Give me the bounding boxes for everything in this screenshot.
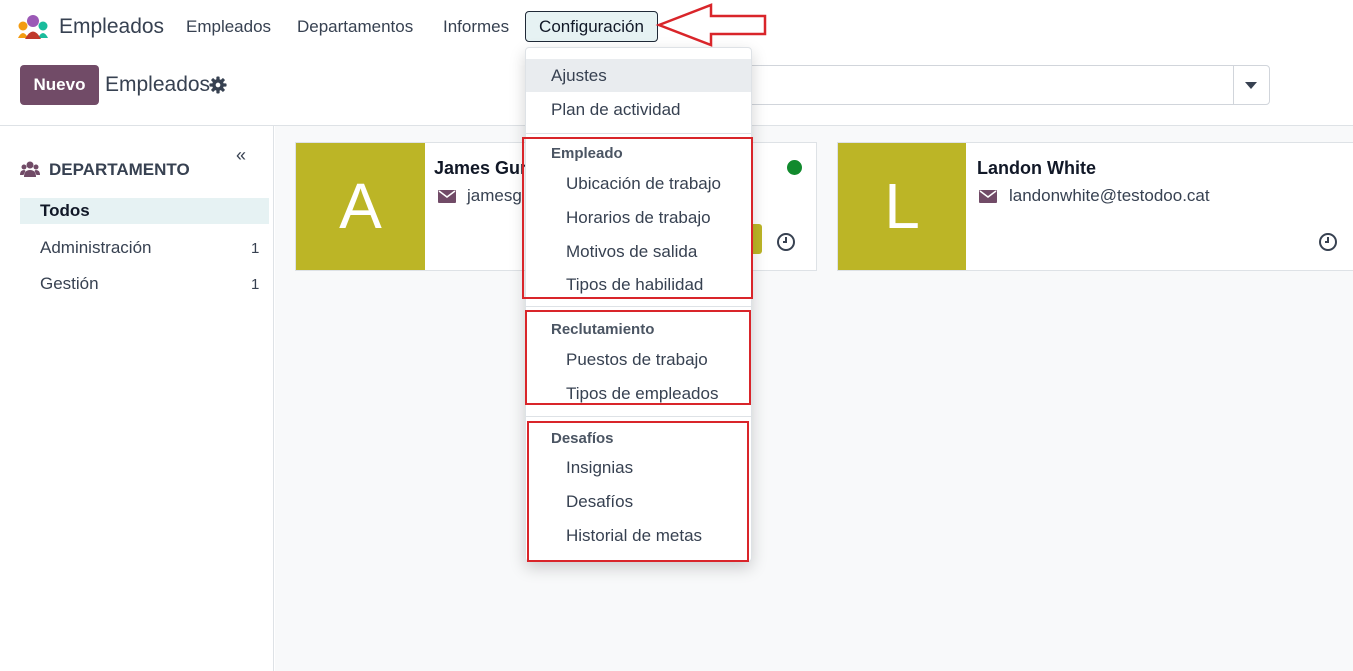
- employees-app-icon[interactable]: [16, 14, 50, 40]
- menu-separator: [526, 416, 751, 417]
- sidebar-item-count: 1: [251, 276, 260, 293]
- search-input[interactable]: [735, 65, 1270, 105]
- sidebar-title: DEPARTAMENTO: [49, 160, 190, 179]
- annotation-box-empleado: [522, 137, 753, 299]
- menu-empleados[interactable]: Empleados: [186, 17, 271, 37]
- sidebar-item-count: 1: [251, 240, 260, 257]
- sidebar-item-label: Administración: [40, 238, 152, 257]
- employee-name: James Gur: [434, 158, 528, 178]
- users-icon: [20, 161, 40, 177]
- menu-separator: [526, 306, 751, 307]
- employee-email: landonwhite@testodoo.cat: [1009, 186, 1210, 205]
- clock-icon[interactable]: [776, 232, 796, 252]
- sidebar-item-todos[interactable]: Todos: [20, 198, 269, 224]
- breadcrumb: Empleados: [105, 73, 211, 96]
- menu-separator: [526, 133, 751, 134]
- caret-down-icon: [1245, 82, 1257, 89]
- collapse-sidebar-icon[interactable]: «: [236, 145, 246, 166]
- employee-email: jamesg: [467, 186, 522, 205]
- gear-icon[interactable]: [209, 76, 227, 94]
- presence-online-indicator: [787, 160, 802, 175]
- envelope-icon: [979, 190, 997, 203]
- sidebar-item-administracion[interactable]: Administración: [20, 235, 269, 261]
- menu-item-plan-de-actividad[interactable]: Plan de actividad: [526, 93, 751, 126]
- employee-name: Landon White: [977, 158, 1096, 178]
- employee-avatar: L: [838, 143, 966, 270]
- menu-departamentos[interactable]: Departamentos: [297, 17, 413, 37]
- sidebar-item-label: Gestión: [40, 274, 99, 293]
- new-button[interactable]: Nuevo: [20, 65, 99, 105]
- sidebar-item-gestion[interactable]: Gestión: [20, 271, 269, 297]
- clock-icon[interactable]: [1318, 232, 1338, 252]
- menu-informes[interactable]: Informes: [443, 17, 509, 37]
- annotation-box-reclutamiento: [525, 310, 751, 405]
- employee-avatar: A: [296, 143, 425, 270]
- envelope-icon: [438, 190, 456, 203]
- sidebar-item-label: Todos: [40, 201, 90, 220]
- app-title[interactable]: Empleados: [59, 15, 164, 39]
- menu-configuracion[interactable]: Configuración: [525, 11, 658, 42]
- menu-item-ajustes[interactable]: Ajustes: [526, 59, 751, 92]
- annotation-box-desafios: [527, 421, 749, 562]
- annotation-arrow-icon: [655, 3, 767, 47]
